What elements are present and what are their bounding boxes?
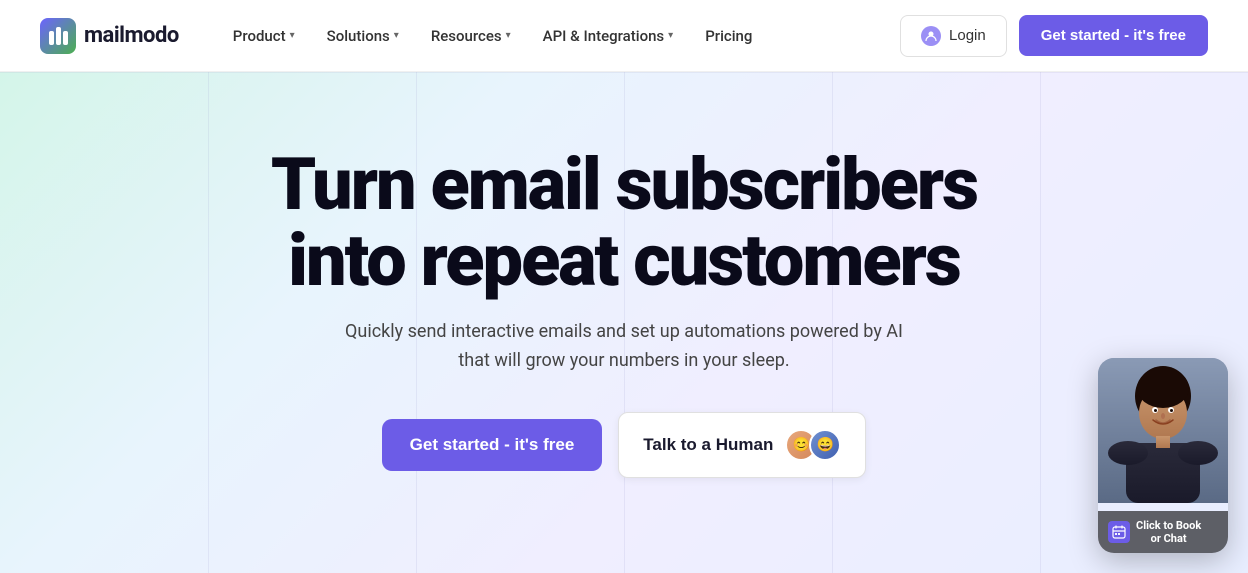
grid-line xyxy=(1040,72,1041,573)
chat-label-area: Click to Book or Chat xyxy=(1098,511,1228,553)
hero-actions: Get started - it's free Talk to a Human … xyxy=(382,412,867,478)
get-started-nav-button[interactable]: Get started - it's free xyxy=(1019,15,1208,56)
get-started-nav-label: Get started - it's free xyxy=(1041,27,1186,44)
hero-title: Turn email subscribers into repeat custo… xyxy=(271,147,977,298)
nav-label-pricing: Pricing xyxy=(705,27,752,45)
nav-item-solutions[interactable]: Solutions ▾ xyxy=(313,19,413,53)
logo[interactable]: mailmodo xyxy=(40,18,179,54)
chevron-down-icon: ▾ xyxy=(668,30,673,41)
avatar-2: 😄 xyxy=(809,429,841,461)
chat-label-line2: or Chat xyxy=(1151,532,1187,545)
chevron-down-icon: ▾ xyxy=(290,30,295,41)
login-button[interactable]: Login xyxy=(900,15,1007,57)
nav-item-api-integrations[interactable]: API & Integrations ▾ xyxy=(529,19,688,53)
hero-title-line1: Turn email subscribers xyxy=(271,142,977,227)
nav-item-product[interactable]: Product ▾ xyxy=(219,19,309,53)
talk-human-label: Talk to a Human xyxy=(643,435,773,455)
hero-subtitle: Quickly send interactive emails and set … xyxy=(334,318,914,376)
nav-item-resources[interactable]: Resources ▾ xyxy=(417,19,525,53)
login-label: Login xyxy=(949,27,986,44)
talk-human-button[interactable]: Talk to a Human 😊 😄 xyxy=(618,412,866,478)
chat-widget-label: Click to Book or Chat xyxy=(1136,519,1201,545)
get-started-hero-button[interactable]: Get started - it's free xyxy=(382,419,603,471)
nav-label-solutions: Solutions xyxy=(327,27,390,45)
chevron-down-icon: ▾ xyxy=(506,30,511,41)
nav-label-api: API & Integrations xyxy=(543,27,665,45)
nav-item-pricing[interactable]: Pricing xyxy=(691,19,766,53)
nav-links: Product ▾ Solutions ▾ Resources ▾ API & … xyxy=(219,19,900,53)
navbar: mailmodo Product ▾ Solutions ▾ Resources… xyxy=(0,0,1248,72)
logo-text: mailmodo xyxy=(84,23,179,48)
nav-actions: Login Get started - it's free xyxy=(900,15,1208,57)
logo-icon xyxy=(40,18,76,54)
chat-widget-person-area xyxy=(1098,358,1228,503)
person-illustration xyxy=(1098,358,1228,503)
user-icon xyxy=(921,26,941,46)
chevron-down-icon: ▾ xyxy=(394,30,399,41)
hero-title-line2: into repeat customers xyxy=(288,218,960,303)
cta-primary-suffix: - it's free xyxy=(499,435,574,454)
hero-section: Turn email subscribers into repeat custo… xyxy=(0,72,1248,573)
chat-widget[interactable]: Click to Book or Chat xyxy=(1098,358,1228,553)
nav-label-resources: Resources xyxy=(431,27,502,45)
cta-primary-bold: Get started xyxy=(410,435,500,454)
nav-label-product: Product xyxy=(233,27,286,45)
avatar-group: 😊 😄 xyxy=(785,429,841,461)
chat-label-line1: Click to Book xyxy=(1136,519,1201,532)
calendar-icon xyxy=(1108,521,1130,543)
grid-line xyxy=(208,72,209,573)
